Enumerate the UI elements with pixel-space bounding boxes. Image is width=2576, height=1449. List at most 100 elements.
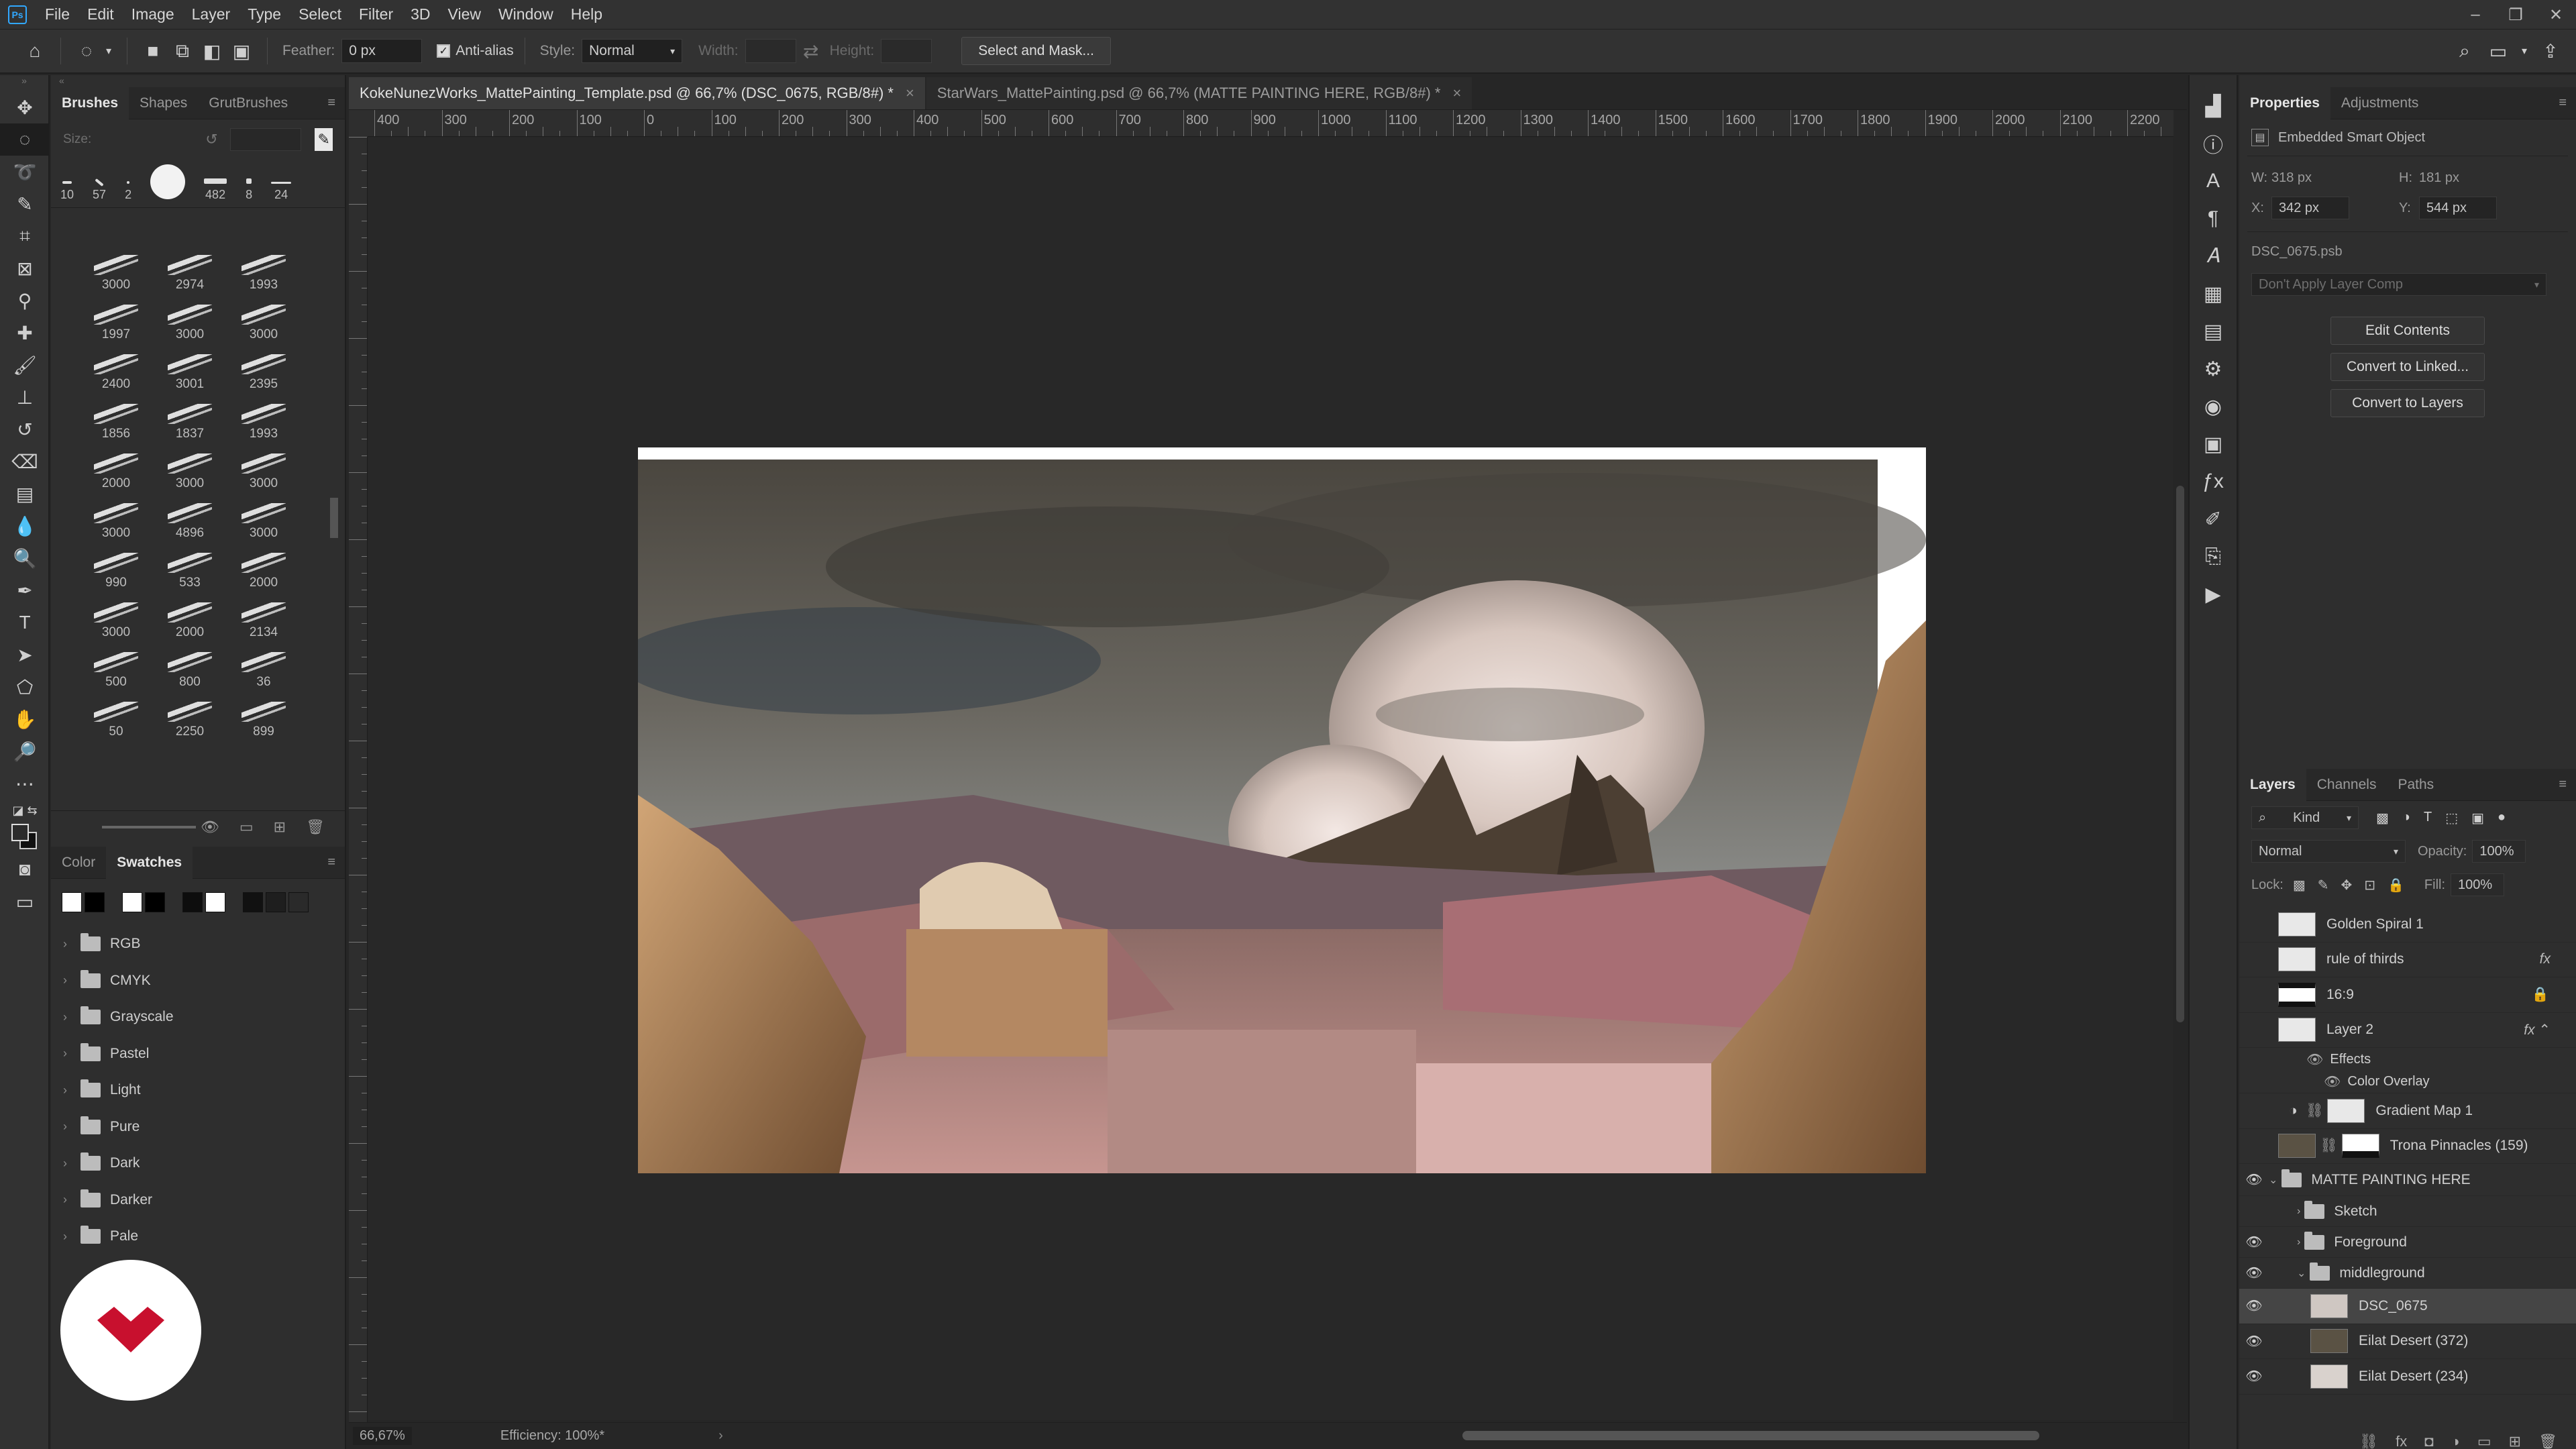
path-selection-tool-icon[interactable]: ➤ (0, 639, 50, 671)
more-tools-icon[interactable]: ⋯ (0, 767, 50, 800)
scrollbar-thumb[interactable] (330, 498, 338, 538)
opacity-input[interactable]: 100% (2472, 840, 2526, 863)
brush-preview-slider[interactable] (102, 826, 196, 828)
brush-preset[interactable]: 3000 (227, 441, 301, 491)
chevron-right-icon[interactable]: › (63, 1010, 78, 1024)
clone-source-icon[interactable]: ⎘ (2190, 538, 2237, 576)
fx-icon[interactable]: fx (2396, 1433, 2407, 1449)
chevron-right-icon[interactable]: › (63, 1230, 78, 1244)
layer-group-row[interactable]: › Sketch (2239, 1196, 2576, 1227)
layer-row[interactable]: 👁 Eilat Desert (234) (2239, 1359, 2576, 1395)
chevron-down-icon[interactable]: ⌄ (2297, 1267, 2306, 1280)
layer-name[interactable]: rule of thirds (2326, 951, 2404, 967)
chevron-right-icon[interactable]: › (63, 1157, 78, 1171)
info-icon[interactable]: ⓘ (2190, 125, 2237, 162)
chevron-right-icon[interactable]: › (2297, 1205, 2300, 1218)
menu-select[interactable]: Select (290, 5, 350, 23)
layer-name[interactable]: Golden Spiral 1 (2326, 916, 2424, 932)
menu-3d[interactable]: 3D (402, 5, 439, 23)
add-mask-icon[interactable]: ◘ (2424, 1433, 2433, 1449)
brush-preset[interactable]: 2250 (153, 690, 227, 739)
layer-name[interactable]: Layer 2 (2326, 1022, 2373, 1038)
chevron-right-icon[interactable]: › (63, 1046, 78, 1061)
brush-scrollbar[interactable] (330, 243, 339, 800)
history-brush-tool-icon[interactable]: ↺ (0, 413, 50, 445)
zoom-tool-icon[interactable]: 🔎 (0, 735, 50, 767)
menu-edit[interactable]: Edit (78, 5, 123, 23)
panel-menu-icon[interactable]: ≡ (327, 855, 335, 870)
delete-icon[interactable]: 🗑 (2538, 1433, 2557, 1449)
screen-mode-icon[interactable]: ▭ (0, 885, 50, 918)
chevron-right-icon[interactable]: › (63, 1193, 78, 1207)
brush-preset[interactable]: 3000 (79, 243, 153, 292)
zoom-level[interactable]: 66,67% (353, 1427, 412, 1445)
tab-swatches[interactable]: Swatches (106, 846, 193, 879)
foreground-background-color-icon[interactable] (0, 821, 50, 853)
healing-brush-tool-icon[interactable]: ✚ (0, 317, 50, 349)
swatch[interactable] (288, 892, 309, 912)
brush-preset[interactable]: 1993 (227, 392, 301, 441)
elliptical-marquee-tool-icon[interactable]: ◌ (0, 123, 50, 156)
chevron-right-icon[interactable]: › (63, 1083, 78, 1097)
panel-menu-icon[interactable]: ≡ (327, 95, 335, 111)
effects-row[interactable]: 👁 Effects (2239, 1048, 2576, 1071)
swatch-group-row[interactable]: › Pure (51, 1109, 345, 1146)
tab-grutbrushes[interactable]: GrutBrushes (198, 87, 299, 119)
brush-preset[interactable]: 57 (93, 178, 106, 202)
lock-artboard-icon[interactable]: ⊡ (2364, 877, 2375, 894)
chevron-right-icon[interactable]: › (2297, 1236, 2300, 1248)
swatch[interactable] (122, 892, 142, 912)
shape-filter-icon[interactable]: ⬚ (2445, 810, 2458, 826)
menu-layer[interactable]: Layer (183, 5, 239, 23)
chevron-down-icon[interactable]: ⌄ (2269, 1173, 2277, 1187)
layer-comp-select[interactable]: Don't Apply Layer Comp ▾ (2251, 273, 2546, 296)
menu-window[interactable]: Window (490, 5, 562, 23)
brush-preset[interactable]: 3000 (79, 491, 153, 541)
brush-preset[interactable]: 899 (227, 690, 301, 739)
chevron-right-icon[interactable]: › (63, 937, 78, 951)
brush-preset[interactable]: 533 (153, 541, 227, 590)
brush-preset[interactable]: 1997 (79, 292, 153, 342)
restore-icon[interactable]: ❐ (2496, 0, 2536, 30)
brush-preset[interactable]: 1993 (227, 243, 301, 292)
swatch-group-row[interactable]: › CMYK (51, 963, 345, 1000)
h-value[interactable]: 181 px (2419, 170, 2459, 186)
blend-mode-select[interactable]: Normal ▾ (2251, 840, 2406, 863)
layer-group-row[interactable]: 👁 ⌄ MATTE PAINTING HERE (2239, 1164, 2576, 1196)
scrollbar-thumb[interactable] (2176, 486, 2184, 1022)
visibility-icon[interactable]: 👁 (2239, 1368, 2269, 1385)
hand-tool-icon[interactable]: ✋ (0, 703, 50, 735)
character-icon[interactable]: A (2190, 162, 2237, 200)
brush-preset[interactable]: 3000 (79, 590, 153, 640)
close-icon[interactable]: × (1452, 85, 1461, 102)
layer-name[interactable]: Eilat Desert (372) (2359, 1333, 2468, 1349)
reset-icon[interactable]: ↺ (205, 131, 217, 148)
antialias-checkbox[interactable]: ✓ Anti-alias (437, 43, 514, 59)
libraries-icon[interactable]: ▦ (2190, 275, 2237, 313)
brush-size-input[interactable] (229, 128, 302, 151)
marquee-preset-icon[interactable]: ◌ (72, 36, 101, 66)
brush-preset[interactable]: 500 (79, 640, 153, 690)
brush-preset[interactable]: 800 (153, 640, 227, 690)
new-group-icon[interactable]: ▭ (2477, 1433, 2491, 1449)
brush-preset[interactable]: 3000 (153, 441, 227, 491)
swatch[interactable] (145, 892, 165, 912)
swatch-group-row[interactable]: › Grayscale (51, 999, 345, 1036)
vertical-scrollbar[interactable] (2174, 110, 2187, 1425)
select-and-mask-button[interactable]: Select and Mask... (961, 37, 1111, 65)
brush-preset[interactable]: 36 (227, 640, 301, 690)
visibility-icon[interactable]: 👁 (2239, 1265, 2269, 1281)
gradient-tool-icon[interactable]: ▤ (0, 478, 50, 510)
smart-object-filter-icon[interactable]: ▣ (2471, 810, 2484, 826)
brush-preset[interactable]: 24 (271, 182, 292, 202)
home-icon[interactable]: ⌂ (20, 36, 50, 66)
layer-row[interactable]: Golden Spiral 1 (2239, 907, 2576, 943)
fx-icon[interactable]: fx ⌃ (2524, 1022, 2551, 1038)
brush-preset[interactable]: 2395 (227, 342, 301, 392)
fx-icon[interactable]: fx (2540, 951, 2551, 967)
scrollbar-thumb[interactable] (1462, 1431, 2039, 1440)
swatch[interactable] (205, 892, 225, 912)
visibility-icon[interactable]: 👁 (2324, 1073, 2341, 1090)
swatch-group-row[interactable]: › Darker (51, 1182, 345, 1219)
brush-settings-icon[interactable]: ✐ (2190, 500, 2237, 538)
